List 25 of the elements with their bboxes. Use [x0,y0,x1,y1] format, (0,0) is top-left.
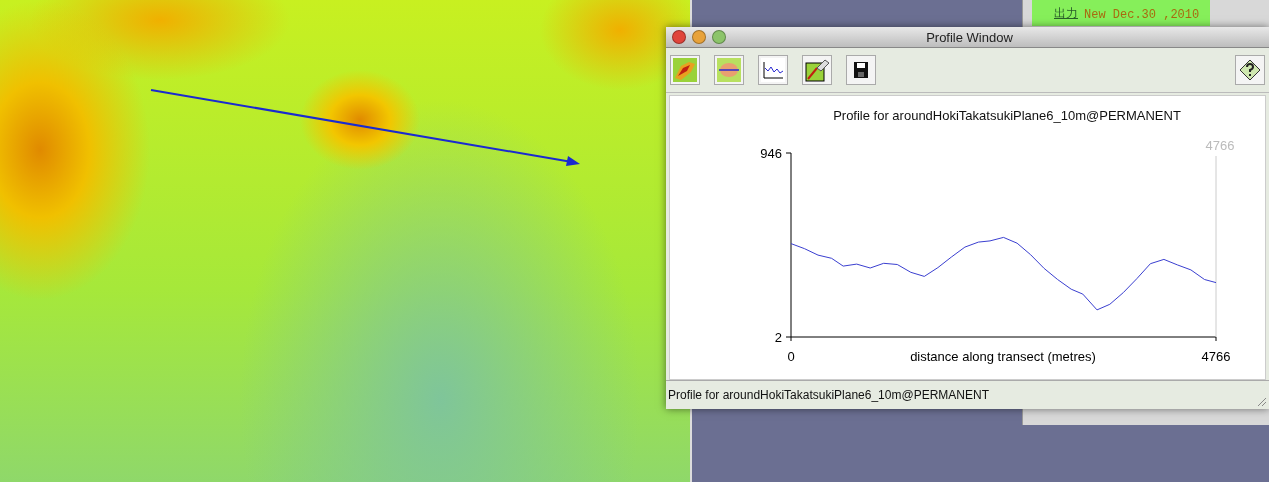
minimize-icon[interactable] [692,30,706,44]
line-graph-icon [761,58,785,82]
y-tick-label: 946 [760,146,782,161]
map-button[interactable] [670,55,700,85]
output-link[interactable]: 出力 [1054,5,1078,22]
save-button[interactable] [846,55,876,85]
map-icon [673,58,697,82]
x-axis-label: distance along transect (metres) [910,349,1096,364]
erase-button[interactable] [802,55,832,85]
y-tick-label: 2 [774,330,782,345]
window-title: Profile Window [925,29,1014,45]
status-text: Profile for aroundHokiTakatsukiPlane6_10m@PERMANENT [668,388,989,402]
annotation: 4766 [1205,138,1235,153]
x-tick-label: 4766 [1201,349,1231,364]
resize-grip-icon[interactable] [1255,395,1267,407]
close-icon[interactable] [672,30,686,44]
profile-button[interactable] [758,55,788,85]
help-button[interactable] [1235,55,1265,85]
date-text: New Dec.30 ,2010 [1084,8,1200,22]
transect-button[interactable] [714,55,744,85]
x-tick-label: 0 [787,349,795,364]
chart-title: Profile for aroundHokiTakatsukiPlane6_10m@PERMANENT [833,108,1181,123]
zoom-icon[interactable] [712,30,726,44]
eraser-icon [805,58,829,82]
help-icon [1238,58,1262,82]
